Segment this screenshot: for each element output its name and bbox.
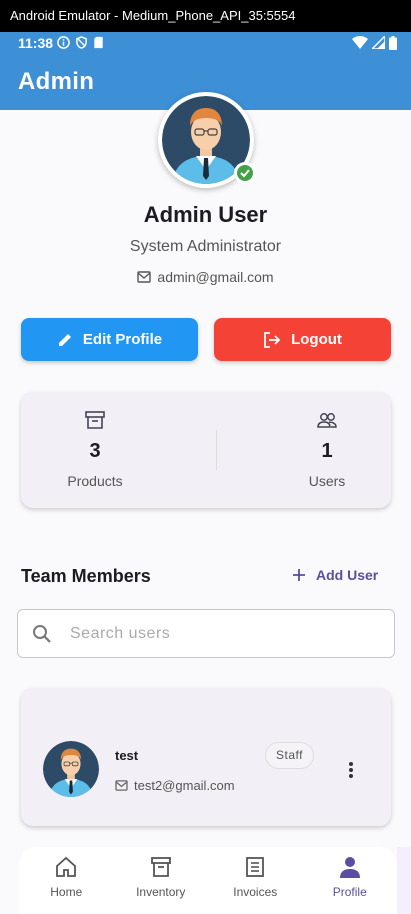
phone-screen: 11:38 Admin Admin User System Administra… bbox=[0, 32, 411, 914]
stats-card: 3 Products 1 Users bbox=[21, 392, 391, 508]
nav-item-inventory[interactable]: Inventory bbox=[114, 847, 209, 914]
battery-icon bbox=[389, 36, 397, 50]
member-avatar bbox=[43, 741, 99, 797]
logout-button[interactable]: Logout bbox=[214, 318, 391, 361]
search-field[interactable] bbox=[17, 609, 395, 658]
plus-icon bbox=[293, 569, 305, 581]
edit-profile-button[interactable]: Edit Profile bbox=[21, 318, 198, 361]
status-time: 11:38 bbox=[18, 35, 54, 51]
add-user-label: Add User bbox=[316, 567, 379, 583]
verified-badge bbox=[234, 162, 256, 184]
person-icon bbox=[339, 857, 360, 878]
home-icon bbox=[56, 856, 77, 877]
stat-users[interactable]: 1 Users bbox=[253, 392, 401, 489]
signal-icon bbox=[372, 36, 385, 49]
archive-box-icon bbox=[85, 411, 105, 429]
nav-item-label: Inventory bbox=[136, 885, 186, 899]
profile-name: Admin User bbox=[143, 202, 268, 227]
profile-email: admin@gmail.com bbox=[157, 269, 274, 285]
more-options-icon[interactable] bbox=[343, 760, 359, 780]
inventory-icon bbox=[150, 857, 171, 877]
nav-item-label: Profile bbox=[332, 885, 367, 899]
stat-products[interactable]: 3 Products bbox=[21, 392, 169, 489]
profile-avatar[interactable] bbox=[158, 92, 256, 188]
member-card[interactable]: test Staff test2@gmail.com bbox=[21, 688, 391, 826]
page-title: Admin bbox=[18, 68, 95, 95]
logout-icon bbox=[264, 331, 281, 348]
pencil-icon bbox=[58, 333, 71, 346]
check-badge-icon bbox=[240, 169, 250, 178]
emulator-title-bar: Android Emulator - Medium_Phone_API_35:5… bbox=[0, 0, 411, 32]
stats-divider bbox=[216, 430, 217, 470]
member-name: test bbox=[115, 748, 139, 763]
nav-item-invoices[interactable]: Invoices bbox=[208, 847, 303, 914]
status-bar: 11:38 bbox=[0, 32, 411, 54]
info-icon bbox=[57, 36, 70, 49]
nav-item-home[interactable]: Home bbox=[19, 847, 114, 914]
member-email: test2@gmail.com bbox=[134, 778, 235, 793]
mail-icon bbox=[115, 780, 128, 791]
nav-item-label: Home bbox=[50, 885, 83, 899]
edit-profile-label: Edit Profile bbox=[82, 331, 163, 348]
wifi-icon bbox=[352, 36, 368, 49]
shield-icon bbox=[76, 36, 87, 49]
users-icon bbox=[317, 413, 337, 428]
profile-email-row: admin@gmail.com bbox=[0, 269, 411, 285]
stat-users-value: 1 bbox=[321, 440, 333, 462]
emulator-title: Android Emulator - Medium_Phone_API_35:5… bbox=[10, 8, 296, 23]
bottom-navigation: Home Inventory Invoices Profile bbox=[19, 847, 411, 914]
mail-icon bbox=[137, 271, 152, 283]
search-input[interactable] bbox=[70, 624, 350, 643]
nav-item-profile[interactable]: Profile bbox=[303, 847, 398, 914]
add-user-button[interactable]: Add User bbox=[292, 567, 378, 583]
team-members-heading: Team Members bbox=[21, 566, 151, 586]
person-avatar-icon bbox=[43, 741, 99, 797]
invoice-icon bbox=[246, 857, 265, 877]
member-email-row: test2@gmail.com bbox=[115, 778, 235, 793]
stat-products-label: Products bbox=[67, 473, 123, 489]
profile-role: System Administrator bbox=[129, 238, 282, 255]
stat-products-value: 3 bbox=[89, 440, 101, 462]
role-badge: Staff bbox=[265, 742, 314, 769]
stat-users-label: Users bbox=[308, 473, 346, 489]
sim-card-icon bbox=[94, 36, 103, 49]
search-icon bbox=[33, 624, 51, 643]
nav-item-label: Invoices bbox=[233, 885, 278, 899]
logout-label: Logout bbox=[291, 331, 342, 348]
